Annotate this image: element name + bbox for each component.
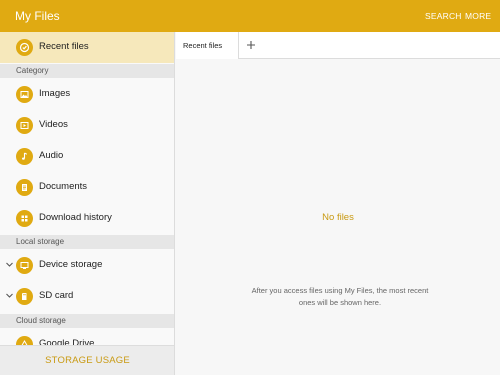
section-label: Category <box>16 66 49 75</box>
search-button[interactable]: SEARCH <box>425 11 462 21</box>
main-panel: Recent files No files After you access f… <box>176 32 500 375</box>
sidebar-item-sd-card[interactable]: SD card <box>0 281 174 312</box>
sidebar: Recent files Category Images Videos Audi… <box>0 32 175 375</box>
app-title: My Files <box>15 9 60 23</box>
sidebar-item-label: Audio <box>39 150 64 161</box>
sidebar-item-label: Recent files <box>39 41 89 52</box>
sidebar-item-label: Device storage <box>39 259 103 270</box>
section-header-local-storage: Local storage <box>0 235 174 249</box>
section-label: Local storage <box>16 237 65 246</box>
section-header-category: Category <box>0 64 174 78</box>
chevron-down-icon[interactable] <box>5 260 14 269</box>
device-icon <box>16 257 33 274</box>
section-header-cloud-storage: Cloud storage <box>0 314 174 328</box>
sd-card-icon <box>16 288 33 305</box>
sidebar-item-videos[interactable]: Videos <box>0 110 174 141</box>
empty-state-title: No files <box>322 212 354 223</box>
plus-icon <box>247 41 255 49</box>
download-icon <box>16 210 33 227</box>
sidebar-item-label: Images <box>39 88 71 99</box>
sidebar-item-label: Videos <box>39 119 68 130</box>
sidebar-item-label: SD card <box>39 290 74 301</box>
sidebar-item-device-storage[interactable]: Device storage <box>0 250 174 281</box>
clock-icon <box>16 39 33 56</box>
sidebar-item-recent-files[interactable]: Recent files <box>0 32 174 63</box>
sidebar-item-label: Download history <box>39 212 112 223</box>
sidebar-item-images[interactable]: Images <box>0 79 174 110</box>
tab-label: Recent files <box>183 41 223 50</box>
section-label: Cloud storage <box>16 316 66 325</box>
more-button[interactable]: MORE <box>465 11 491 21</box>
music-note-icon <box>16 148 33 165</box>
sidebar-item-audio[interactable]: Audio <box>0 141 174 172</box>
empty-state-message: After you access files using My Files, t… <box>251 286 429 307</box>
add-tab-button[interactable] <box>242 36 260 54</box>
sidebar-item-download-history[interactable]: Download history <box>0 203 174 234</box>
sidebar-item-documents[interactable]: Documents <box>0 172 174 203</box>
storage-usage-button[interactable]: STORAGE USAGE <box>0 345 174 375</box>
app-bar: My Files SEARCH MORE <box>0 0 500 32</box>
chevron-down-icon[interactable] <box>5 291 14 300</box>
storage-usage-label: STORAGE USAGE <box>45 355 130 366</box>
video-icon <box>16 117 33 134</box>
sidebar-item-label: Documents <box>39 181 88 192</box>
my-files-app: My Files SEARCH MORE Recent files Catego… <box>0 0 500 375</box>
tab-recent-files[interactable]: Recent files <box>176 32 239 59</box>
document-icon <box>16 179 33 196</box>
image-icon <box>16 86 33 103</box>
tab-bar: Recent files <box>176 32 500 59</box>
